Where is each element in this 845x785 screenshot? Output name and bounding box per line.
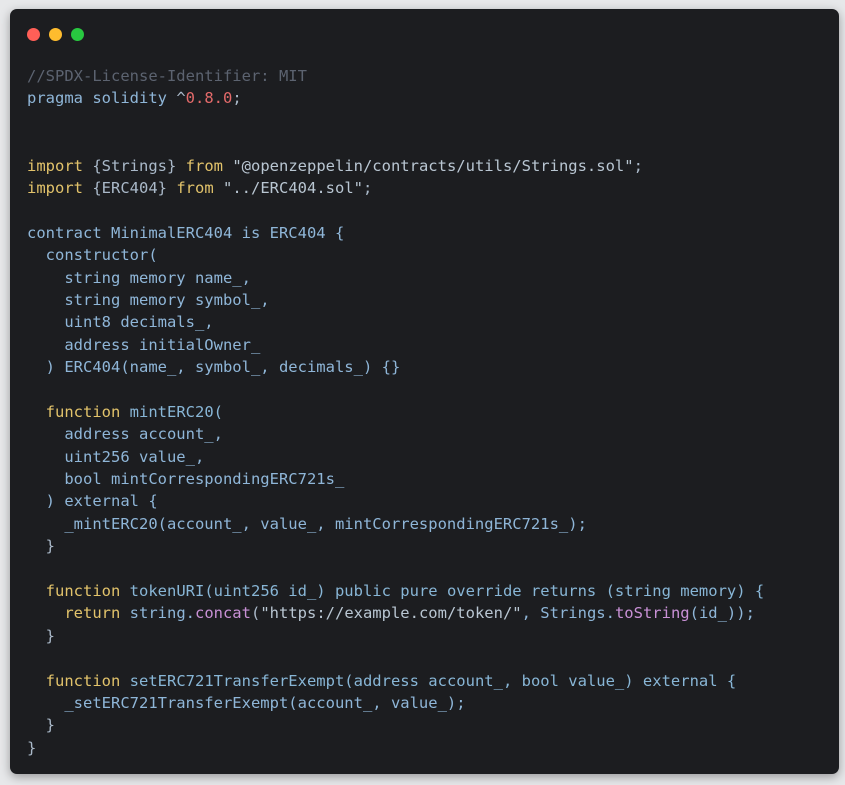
- code-line: uint256 value_,: [27, 446, 829, 468]
- code-line: string memory name_,: [27, 267, 829, 289]
- code-token: ^: [176, 89, 186, 108]
- code-line: import {Strings} from "@openzeppelin/con…: [27, 155, 829, 177]
- code-token: bool mintCorrespondingERC721s_: [27, 470, 345, 489]
- code-line: constructor(: [27, 244, 829, 266]
- code-token: function: [45, 671, 130, 690]
- code-token: (id_));: [689, 604, 755, 623]
- code-line: address initialOwner_: [27, 334, 829, 356]
- code-line: ) external {: [27, 490, 829, 512]
- code-token: "@openzeppelin/contracts/utils/Strings.s…: [232, 156, 634, 175]
- code-token: , Strings.: [521, 604, 615, 623]
- code-token: import: [27, 156, 93, 175]
- code-line: return string.concat("https://example.co…: [27, 602, 829, 624]
- code-token: }: [27, 626, 55, 645]
- code-line: function tokenURI(uint256 id_) public pu…: [27, 580, 829, 602]
- code-block: //SPDX-License-Identifier: MIT pragma sol…: [27, 65, 829, 759]
- code-token: contract MinimalERC404 is ERC404 {: [27, 223, 345, 242]
- code-token: function: [45, 402, 130, 421]
- code-token: import: [27, 178, 93, 197]
- code-token: address account_,: [27, 425, 223, 444]
- code-line: ​: [27, 647, 829, 669]
- code-line: ​: [27, 132, 829, 154]
- code-token: address initialOwner_: [27, 335, 261, 354]
- code-token: //SPDX-License-Identifier: MIT: [27, 67, 307, 85]
- code-token: toString: [614, 604, 690, 623]
- code-line: }: [27, 737, 829, 759]
- code-token: uint8 decimals_,: [27, 313, 214, 332]
- code-line: }: [27, 625, 829, 647]
- code-line: contract MinimalERC404 is ERC404 {: [27, 222, 829, 244]
- code-window: //SPDX-License-Identifier: MIT pragma sol…: [10, 9, 839, 774]
- code-token: function: [45, 581, 130, 600]
- code-line: string memory symbol_,: [27, 289, 829, 311]
- code-line: pragma solidity ^0.8.0;: [27, 87, 829, 109]
- code-token: string memory symbol_,: [27, 290, 270, 309]
- code-token: _mintERC20(account_, value_, mintCorresp…: [27, 514, 587, 533]
- code-line: ) ERC404(name_, symbol_, decimals_) {}: [27, 356, 829, 378]
- code-line: _setERC721TransferExempt(account_, value…: [27, 692, 829, 714]
- code-token: ;: [232, 89, 242, 108]
- code-line: uint8 decimals_,: [27, 311, 829, 333]
- code-line: }: [27, 535, 829, 557]
- code-token: pragma solidity: [27, 89, 177, 108]
- code-token: return: [64, 604, 130, 623]
- minimize-window-button[interactable]: [49, 28, 62, 41]
- code-line: }: [27, 714, 829, 736]
- code-token: ;: [362, 178, 373, 197]
- code-token: setERC721TransferExempt(address account_…: [129, 671, 737, 690]
- code-token: "https://example.com/token/": [260, 604, 522, 623]
- code-line: ​: [27, 199, 829, 221]
- code-line: bool mintCorrespondingERC721s_: [27, 468, 829, 490]
- code-token: }: [27, 716, 55, 735]
- code-token: {ERC404}: [92, 178, 177, 197]
- code-token: 0.8.0: [185, 89, 233, 108]
- code-line: ​: [27, 558, 829, 580]
- code-token: from: [176, 178, 223, 197]
- code-line: ​: [27, 378, 829, 400]
- code-token: constructor(: [27, 246, 158, 265]
- code-token: {Strings}: [92, 156, 186, 175]
- code-line: function setERC721TransferExempt(address…: [27, 670, 829, 692]
- code-token: ) external {: [27, 492, 158, 511]
- code-line: ​: [27, 110, 829, 132]
- code-token: string.: [129, 604, 195, 623]
- code-token: }: [27, 537, 55, 556]
- code-token: ) ERC404(name_, symbol_, decimals_) {}: [27, 358, 401, 377]
- code-token: _setERC721TransferExempt(account_, value…: [27, 693, 466, 712]
- code-token: from: [185, 156, 233, 175]
- close-window-button[interactable]: [27, 28, 40, 41]
- code-line: address account_,: [27, 423, 829, 445]
- code-token: concat: [194, 604, 251, 623]
- code-token: tokenURI(uint256 id_) public pure overri…: [129, 581, 765, 600]
- code-token: mintERC20(: [129, 402, 223, 421]
- window-titlebar: [10, 9, 839, 57]
- code-line: _mintERC20(account_, value_, mintCorresp…: [27, 513, 829, 535]
- maximize-window-button[interactable]: [71, 28, 84, 41]
- code-line: function mintERC20(: [27, 401, 829, 423]
- code-token: ;: [633, 156, 643, 175]
- code-token: "../ERC404.sol": [223, 178, 363, 197]
- code-token: uint256 value_,: [27, 447, 205, 466]
- code-line: import {ERC404} from "../ERC404.sol";: [27, 177, 829, 199]
- code-token: }: [27, 738, 37, 757]
- code-token: string memory name_,: [27, 268, 251, 287]
- code-line: //SPDX-License-Identifier: MIT: [27, 65, 829, 87]
- code-token: (: [250, 604, 261, 623]
